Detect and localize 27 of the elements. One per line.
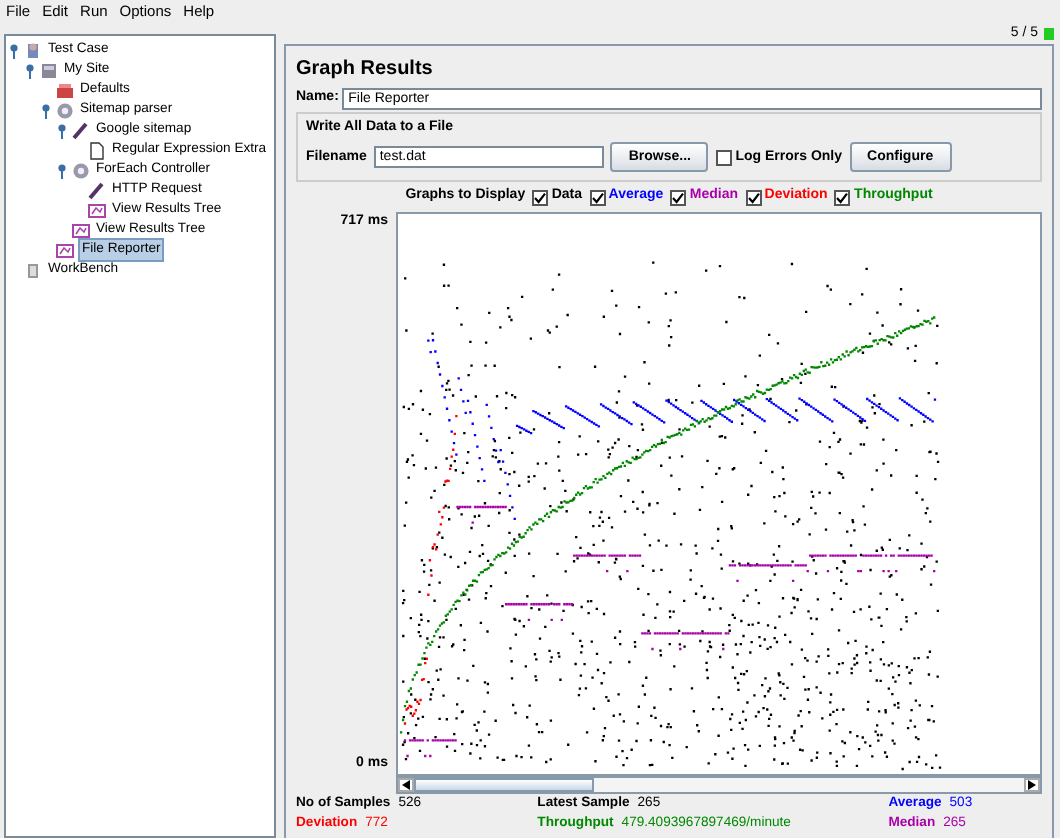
document-icon — [88, 141, 106, 159]
status-icon — [1044, 28, 1054, 40]
checkbox[interactable] — [670, 189, 687, 205]
checkbox[interactable] — [834, 189, 851, 205]
panel-title: Graph Results — [296, 56, 435, 84]
expand-toggle-icon[interactable] — [40, 101, 52, 119]
checkbox[interactable] — [745, 189, 762, 205]
expand-toggle-icon[interactable] — [56, 161, 68, 179]
scroll-left-button[interactable] — [398, 777, 414, 792]
check-icon — [836, 191, 849, 203]
scroll-thumb[interactable] — [414, 777, 594, 792]
checkbox[interactable] — [589, 189, 606, 205]
check-icon — [747, 191, 760, 203]
chart-window-icon — [88, 201, 106, 219]
expand-toggle-icon[interactable] — [8, 41, 20, 59]
scroll-right-button[interactable] — [1024, 777, 1040, 792]
expand-toggle-icon[interactable] — [24, 61, 36, 79]
expand-toggle-icon[interactable] — [56, 121, 68, 139]
checkbox[interactable] — [715, 149, 732, 166]
checkbox[interactable] — [532, 189, 549, 205]
pen-icon — [88, 181, 106, 199]
check-icon — [534, 191, 547, 203]
check-icon — [591, 191, 604, 203]
check-icon — [672, 191, 685, 203]
chart-window-icon — [56, 241, 74, 259]
pen-icon — [72, 121, 90, 139]
chart-window-icon — [72, 221, 90, 239]
